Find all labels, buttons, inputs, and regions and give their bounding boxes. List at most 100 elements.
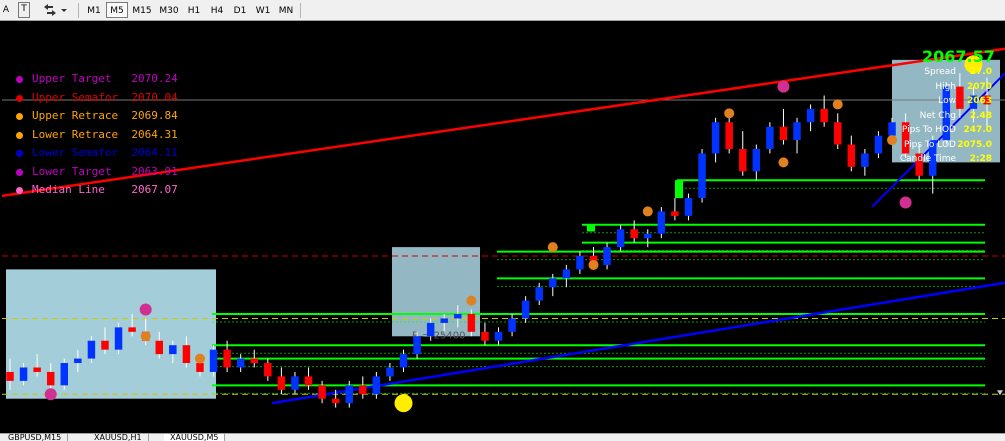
- timeframe-h1-button[interactable]: H1: [183, 2, 205, 18]
- candle-body: [277, 376, 286, 390]
- info-value: 2075.0: [957, 139, 992, 150]
- candle-body: [454, 313, 462, 319]
- timeframe-m1-button[interactable]: M1: [83, 2, 105, 18]
- legend-row: Lower Target 2063.91: [16, 165, 178, 184]
- timeframe-m15-button[interactable]: M15: [129, 2, 155, 18]
- chart-tab-gbpusd-m15[interactable]: GBPUSD,M15: [2, 434, 69, 441]
- candle-body: [46, 371, 55, 386]
- legend-row: Lower Retrace 2064.31: [16, 128, 178, 147]
- candle-body: [128, 327, 136, 332]
- candle-body: [331, 398, 340, 404]
- legend-dot-icon: [16, 94, 23, 102]
- info-label: Low: [938, 96, 956, 106]
- info-row: Candle Time 2:28: [894, 154, 994, 167]
- candle-body: [250, 358, 258, 364]
- candle-body: [644, 233, 652, 239]
- candle-body: [711, 122, 720, 154]
- info-label: High: [935, 81, 956, 92]
- range-box: [6, 269, 216, 399]
- legend-row: Upper Semafor 2070.04: [16, 91, 178, 110]
- legend-dot-icon: [16, 131, 23, 139]
- info-row: Spread 27.0: [894, 67, 994, 80]
- info-label: Pips To LOD: [903, 139, 956, 150]
- candle-body: [467, 313, 476, 332]
- signal-block: [675, 180, 683, 199]
- arrows-tool-button[interactable]: [40, 2, 68, 18]
- candle-body: [236, 358, 245, 368]
- candle-body: [359, 385, 367, 395]
- info-value: 2:28: [969, 154, 992, 164]
- semafor-marker-orange: [140, 331, 151, 342]
- candle-body: [60, 363, 69, 386]
- candle-body: [725, 122, 733, 150]
- timeframe-h4-button[interactable]: H4: [206, 2, 228, 18]
- semafor-marker-magenta: [139, 303, 152, 316]
- semafor-marker-magenta: [899, 196, 912, 209]
- info-value: 2.48: [969, 110, 992, 121]
- candle-body: [169, 345, 177, 355]
- candle-body: [671, 211, 679, 216]
- legend-dot-icon: [16, 168, 23, 176]
- candle-body: [182, 345, 191, 364]
- timeframe-w1-button[interactable]: W1: [252, 2, 274, 18]
- candle-body: [752, 149, 761, 172]
- candle-body: [426, 322, 435, 337]
- semafor-marker-orange: [642, 206, 653, 217]
- candle-body: [834, 122, 842, 145]
- candle-body: [155, 340, 163, 355]
- legend-row: Lower Semafor 2064.11: [16, 146, 178, 165]
- candle-body: [549, 278, 557, 288]
- candle-body: [440, 318, 448, 323]
- candle-body: [304, 376, 313, 386]
- candle-body: [101, 340, 109, 350]
- chart-toolbar: A T M1 M5 M15 M30 H1 H4 D1 W1 MN: [0, 0, 1005, 21]
- candle-body: [318, 385, 326, 399]
- timeframe-mn-button[interactable]: MN: [275, 2, 297, 18]
- chart-tab-xauusd-h1[interactable]: XAUUSD,H1: [88, 434, 149, 441]
- legend-value: 2064.11: [131, 146, 178, 159]
- levels-legend: Upper Target 2070.24 Upper Semafor 2070.0…: [16, 72, 178, 202]
- candle-body: [657, 211, 666, 234]
- info-label: Pips To HOD: [901, 125, 956, 135]
- info-row: Low 2063: [894, 96, 994, 109]
- legend-label: Upper Retrace: [32, 109, 119, 122]
- legend-label: Upper Semafor: [32, 90, 119, 104]
- legend-row: Upper Retrace 2069.84: [16, 109, 178, 128]
- candle-body: [508, 318, 516, 332]
- text-tool-button[interactable]: A: [1, 2, 11, 18]
- semafor-marker-magenta: [777, 80, 790, 93]
- candle-body: [6, 371, 14, 381]
- legend-row: Upper Target 2070.24: [16, 72, 178, 91]
- semafor-marker-orange: [194, 353, 205, 364]
- timeframe-m30-button[interactable]: M30: [156, 2, 182, 18]
- legend-value: 2067.07: [131, 183, 178, 196]
- candle-body: [874, 135, 883, 154]
- legend-value: 2070.24: [131, 72, 178, 85]
- candle-body: [806, 108, 815, 123]
- candle-body: [264, 363, 272, 377]
- candle-body: [372, 376, 381, 395]
- legend-value: 2069.84: [131, 109, 178, 122]
- candle-body: [291, 376, 299, 390]
- timeframe-d1-button[interactable]: D1: [229, 2, 251, 18]
- timeframe-m5-button[interactable]: M5: [106, 2, 128, 18]
- info-value: 2063: [966, 96, 992, 106]
- info-row: Pips To HOD 247.0: [894, 125, 994, 138]
- semafor-marker-orange: [547, 242, 558, 253]
- info-row: Net Chg 2.48: [894, 111, 994, 124]
- candle-body: [766, 126, 774, 150]
- text-label-tool-button[interactable]: T: [18, 2, 30, 18]
- legend-label: Upper Target: [32, 72, 119, 85]
- info-value: 2070: [966, 81, 992, 92]
- legend-label: Lower Semafor: [32, 146, 119, 159]
- legend-label: Median Line: [32, 183, 119, 196]
- candle-body: [861, 153, 869, 167]
- toolbar-separator: [300, 3, 301, 18]
- chart-tab-xauusd-m5[interactable]: XAUUSD,M5: [164, 434, 226, 441]
- candle-body: [616, 229, 625, 248]
- candle-body: [603, 247, 611, 265]
- legend-dot-icon: [16, 113, 23, 120]
- candle-body: [521, 300, 530, 319]
- info-label: Candle Time: [899, 154, 956, 164]
- candle-body: [847, 144, 856, 167]
